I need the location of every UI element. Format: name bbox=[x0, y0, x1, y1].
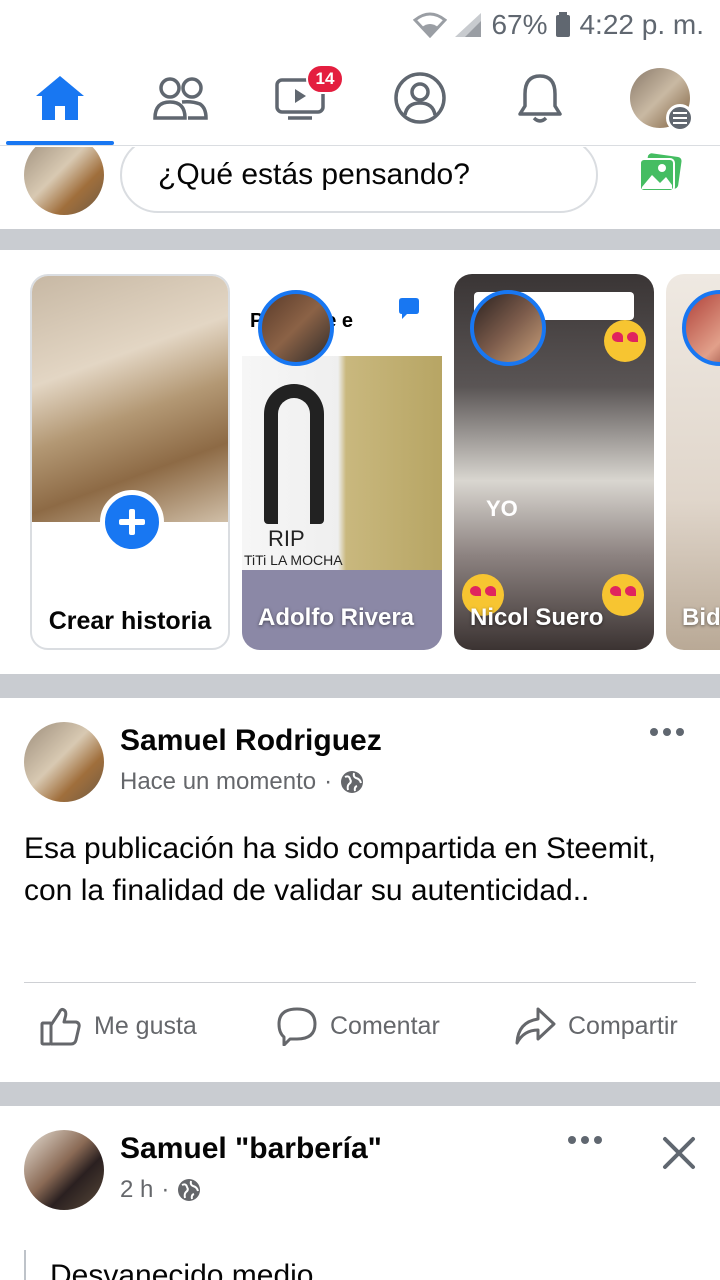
post-actions: Me gusta Comentar Compartir bbox=[0, 984, 720, 1080]
story-avatar bbox=[682, 290, 720, 366]
bell-icon bbox=[518, 73, 562, 123]
plus-icon bbox=[119, 509, 145, 535]
story-author: Nicol Suero bbox=[470, 604, 604, 631]
post-time[interactable]: 2 h bbox=[120, 1176, 153, 1204]
story-card[interactable]: ndo YO Nicol Suero bbox=[454, 274, 654, 650]
story-avatar bbox=[470, 290, 546, 366]
feed-post: Samuel "barbería" 2 h · Desvanecido medi… bbox=[0, 1106, 720, 1280]
post-time[interactable]: Hace un momento bbox=[120, 768, 316, 796]
tab-menu[interactable] bbox=[600, 50, 720, 145]
clock: 4:22 p. m. bbox=[579, 9, 704, 40]
post-divider bbox=[24, 982, 696, 983]
story-avatar bbox=[258, 290, 334, 366]
share-button[interactable]: Compartir bbox=[514, 1006, 678, 1046]
section-divider bbox=[0, 674, 720, 698]
tab-watch[interactable]: 14 bbox=[240, 50, 360, 145]
avatar bbox=[630, 67, 694, 132]
friends-icon bbox=[153, 76, 208, 120]
section-divider bbox=[0, 1082, 720, 1106]
post-text: Esa publicación ha sido compartida en St… bbox=[24, 832, 657, 907]
post-header: Samuel "barbería" 2 h · bbox=[24, 1130, 382, 1210]
wifi-icon bbox=[413, 12, 448, 38]
watch-badge: 14 bbox=[306, 64, 344, 94]
separator-dot: · bbox=[324, 768, 333, 795]
menu-icon bbox=[666, 103, 694, 132]
story-caption: TiTi LA MOCHA bbox=[244, 552, 343, 568]
tab-notifications[interactable] bbox=[480, 50, 600, 145]
post-subtitle: Hace un momento · bbox=[120, 768, 382, 796]
thumbs-up-icon bbox=[40, 1007, 81, 1046]
post-subtitle: 2 h · bbox=[120, 1176, 382, 1204]
more-options-icon[interactable] bbox=[650, 728, 684, 736]
globe-icon bbox=[178, 1179, 201, 1201]
post-text: Desvanecido medio bbox=[24, 1250, 313, 1280]
story-card[interactable]: Pa ps. Te e RIP TiTi LA MOCHA Adolfo Riv… bbox=[242, 274, 442, 650]
post-author[interactable]: Samuel "barbería" bbox=[120, 1132, 382, 1166]
share-icon bbox=[515, 1007, 556, 1045]
story-rip-text: RIP bbox=[268, 526, 305, 551]
story-photo-text: YO bbox=[486, 496, 518, 521]
post-meta: Samuel "barbería" 2 h · bbox=[120, 1130, 382, 1210]
tab-home[interactable] bbox=[0, 50, 120, 145]
heart-eyes-emoji-icon bbox=[602, 574, 644, 616]
like-button[interactable]: Me gusta bbox=[40, 1006, 197, 1046]
post-header: Samuel Rodriguez Hace un momento · bbox=[24, 722, 382, 802]
create-story-card[interactable]: Crear historia bbox=[30, 274, 230, 650]
messenger-icon bbox=[390, 290, 428, 328]
comment-icon bbox=[277, 1007, 317, 1046]
composer-avatar[interactable] bbox=[24, 147, 104, 215]
story-author: Adolfo Rivera bbox=[258, 604, 415, 631]
globe-icon bbox=[341, 771, 364, 793]
avatar[interactable] bbox=[24, 1130, 104, 1210]
create-story-photo bbox=[32, 276, 228, 522]
tab-friends[interactable] bbox=[120, 50, 240, 145]
photo-icon[interactable] bbox=[638, 152, 682, 198]
top-nav: 14 bbox=[0, 50, 720, 146]
whats-on-your-mind-input[interactable]: ¿Qué estás pensando? bbox=[120, 147, 598, 213]
post-author[interactable]: Samuel Rodriguez bbox=[120, 724, 382, 758]
status-icons bbox=[413, 11, 483, 39]
profile-icon bbox=[394, 71, 446, 124]
post-meta: Samuel Rodriguez Hace un momento · bbox=[120, 722, 382, 802]
tab-profile[interactable] bbox=[360, 50, 480, 145]
avatar[interactable] bbox=[24, 722, 104, 802]
feed-post: Samuel Rodriguez Hace un momento · Esa p… bbox=[0, 698, 720, 1082]
home-icon bbox=[36, 75, 84, 120]
like-label: Me gusta bbox=[94, 1011, 197, 1040]
share-label: Compartir bbox=[568, 1011, 678, 1040]
battery-percent: 67% bbox=[491, 9, 548, 40]
create-story-label: Crear historia bbox=[48, 607, 212, 635]
section-divider bbox=[0, 229, 720, 250]
close-icon[interactable] bbox=[662, 1136, 696, 1175]
signal-icon bbox=[455, 13, 482, 37]
battery-icon bbox=[556, 12, 571, 37]
status-bar: 67% 4:22 p. m. bbox=[0, 0, 720, 50]
post-composer: ¿Qué estás pensando? bbox=[0, 147, 720, 229]
ribbon-graphic bbox=[264, 384, 324, 524]
story-card[interactable]: Bide bbox=[666, 274, 720, 650]
comment-label: Comentar bbox=[330, 1011, 440, 1040]
separator-dot: · bbox=[161, 1176, 170, 1203]
heart-eyes-emoji-icon bbox=[604, 320, 646, 362]
comment-button[interactable]: Comentar bbox=[276, 1006, 440, 1046]
story-author: Bide bbox=[682, 604, 720, 631]
stories-tray: Crear historia Pa ps. Te e RIP TiTi LA M… bbox=[0, 250, 720, 674]
add-story-button[interactable] bbox=[100, 490, 164, 554]
more-options-icon[interactable] bbox=[568, 1136, 602, 1144]
